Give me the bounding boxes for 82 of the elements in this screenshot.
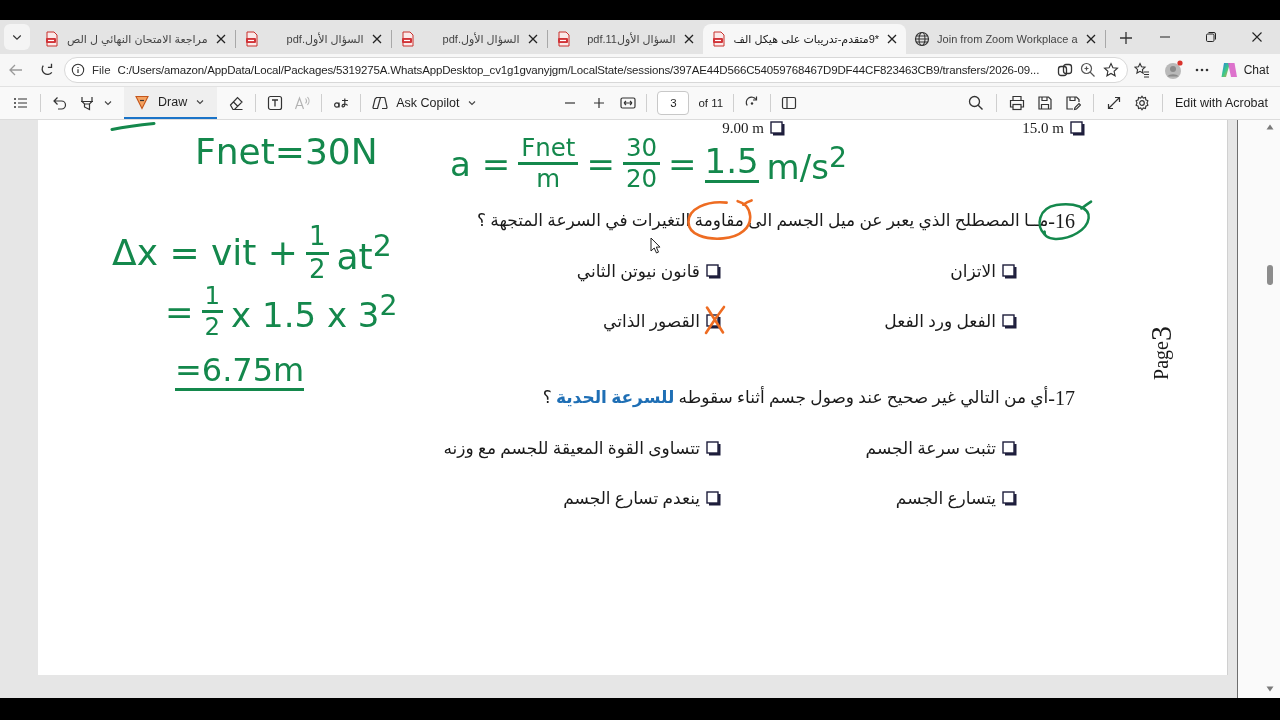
option-text: ينعدم تسارع الجسم	[563, 487, 700, 509]
checkbox-icon	[1070, 120, 1085, 136]
fullscreen-icon[interactable]	[1105, 95, 1122, 111]
text-box-icon[interactable]	[267, 95, 284, 111]
page-number-label: Page3	[1146, 326, 1176, 380]
pdf-file-icon	[399, 31, 416, 47]
url-text[interactable]: C:/Users/amazon/AppData/Local/Packages/5319275A.WhatsAppDesktop_cv1g1gvanyjgm/LocalState/sessions/397AE44D566C54059768467D9DF44CF823463CB9/transfers/2026-09...	[117, 64, 1050, 76]
question-text: أي من التالي غير صحيح عند وصول جسم أثناء سقوطه للسرعة الحدية ؟	[542, 385, 1049, 410]
browser-tab[interactable]: Join from Zoom Workplace a	[906, 24, 1105, 54]
checkbox-icon	[770, 120, 785, 136]
swirl-icon	[372, 95, 389, 111]
avatar-icon[interactable]	[1162, 60, 1183, 80]
option-text: الاتزان	[950, 260, 996, 282]
scroll-up-icon[interactable]	[1266, 124, 1274, 130]
zoom-in-icon[interactable]	[1079, 62, 1096, 78]
browser-tab[interactable]: مراجعة الامتحان النهائي ل الص	[36, 24, 235, 54]
pdf-file-icon	[243, 31, 260, 47]
mouse-pointer-icon	[650, 237, 661, 254]
file-label: File	[92, 64, 111, 76]
close-icon[interactable]	[886, 33, 899, 45]
page-view-icon[interactable]	[781, 95, 798, 111]
eraser-icon[interactable]	[228, 95, 245, 111]
edit-with-acrobat-button[interactable]: Edit with Acrobat	[1174, 96, 1268, 110]
globe-icon	[914, 31, 931, 47]
pen-icon	[134, 94, 150, 110]
caret-icon[interactable]	[103, 98, 113, 108]
refresh-icon[interactable]	[39, 62, 55, 78]
close-icon[interactable]	[526, 33, 539, 45]
question-number: 17-	[1048, 386, 1075, 411]
star-list-icon[interactable]	[1133, 62, 1150, 78]
save-as-icon[interactable]	[1064, 95, 1081, 111]
close-icon[interactable]	[370, 33, 383, 45]
checkbox-icon	[706, 313, 721, 329]
browser-tab[interactable]: السؤال الأول11.pdf	[547, 24, 703, 54]
browser-tab[interactable]: السؤال الأول.pdf	[391, 24, 547, 54]
settings-icon[interactable]	[1133, 95, 1150, 111]
option-text: تتساوى القوة المعيقة للجسم مع وزنه	[443, 437, 700, 459]
pdf-file-icon	[555, 31, 572, 47]
caret-icon	[195, 97, 206, 107]
fit-width-icon[interactable]	[620, 95, 637, 111]
highlighter-icon[interactable]	[79, 95, 95, 111]
contents-list-icon[interactable]	[13, 95, 29, 111]
plus-icon[interactable]	[1117, 30, 1134, 46]
close-icon	[1251, 31, 1263, 43]
pdf-file-icon	[44, 31, 60, 47]
undo-icon[interactable]	[52, 95, 68, 111]
print-icon[interactable]	[1008, 95, 1025, 111]
pdf-file-icon	[710, 31, 727, 47]
browser-tab[interactable]: *9متقدم-تدريبات على هيكل الف	[702, 24, 907, 54]
save-icon[interactable]	[1036, 95, 1053, 111]
question-number: 16-	[1048, 209, 1075, 234]
star-icon[interactable]	[1102, 62, 1119, 78]
chat-button[interactable]: Chat	[1216, 58, 1272, 82]
option-text: قانون نيوتن الثاني	[576, 260, 700, 282]
page-count-label: of 11	[698, 97, 724, 109]
ask-copilot-button[interactable]: Ask Copilot	[372, 95, 478, 111]
option-text: 9.00 m	[722, 120, 764, 136]
browser-tab[interactable]: السؤال الأول.pdf	[235, 24, 391, 54]
option-text: يتسارع الجسم	[895, 487, 996, 509]
overlapping-squares-icon[interactable]	[1056, 62, 1073, 78]
handwritten-equation: Fnet=30N	[195, 134, 378, 170]
option-text: 15.0 m	[1022, 120, 1064, 136]
caret-icon	[467, 98, 478, 108]
info-icon[interactable]	[71, 63, 85, 77]
search-icon[interactable]	[967, 95, 984, 111]
tab-actions-button[interactable]	[4, 24, 30, 50]
back-arrow-icon[interactable]	[8, 62, 24, 78]
swirl-icon	[1219, 61, 1238, 79]
draw-button[interactable]: Draw	[124, 87, 218, 119]
handwritten-equation: =6.75m	[175, 354, 305, 391]
option-text: القصور الذاتي	[603, 310, 700, 332]
scrollbar-thumb[interactable]	[1267, 265, 1273, 285]
option-text: الفعل ورد الفعل	[884, 310, 996, 332]
close-icon[interactable]	[1084, 33, 1097, 45]
close-icon[interactable]	[214, 33, 227, 45]
scroll-down-icon[interactable]	[1266, 686, 1274, 692]
page-number-field[interactable]: 3	[657, 91, 690, 115]
address-field[interactable]: File C:/Users/amazon/AppData/Local/Packages/5319275A.WhatsAppDesktop_cv1g1gvanyjgm/LocalState/sessions/397AE44D566C54059768467D9DF44CF823463CB9/transfers/2026-09...	[64, 57, 1128, 83]
ink-stroke	[110, 122, 156, 131]
option-text: تثبت سرعة الجسم	[865, 437, 996, 459]
close-icon[interactable]	[682, 33, 695, 45]
restore-icon	[1205, 31, 1217, 43]
